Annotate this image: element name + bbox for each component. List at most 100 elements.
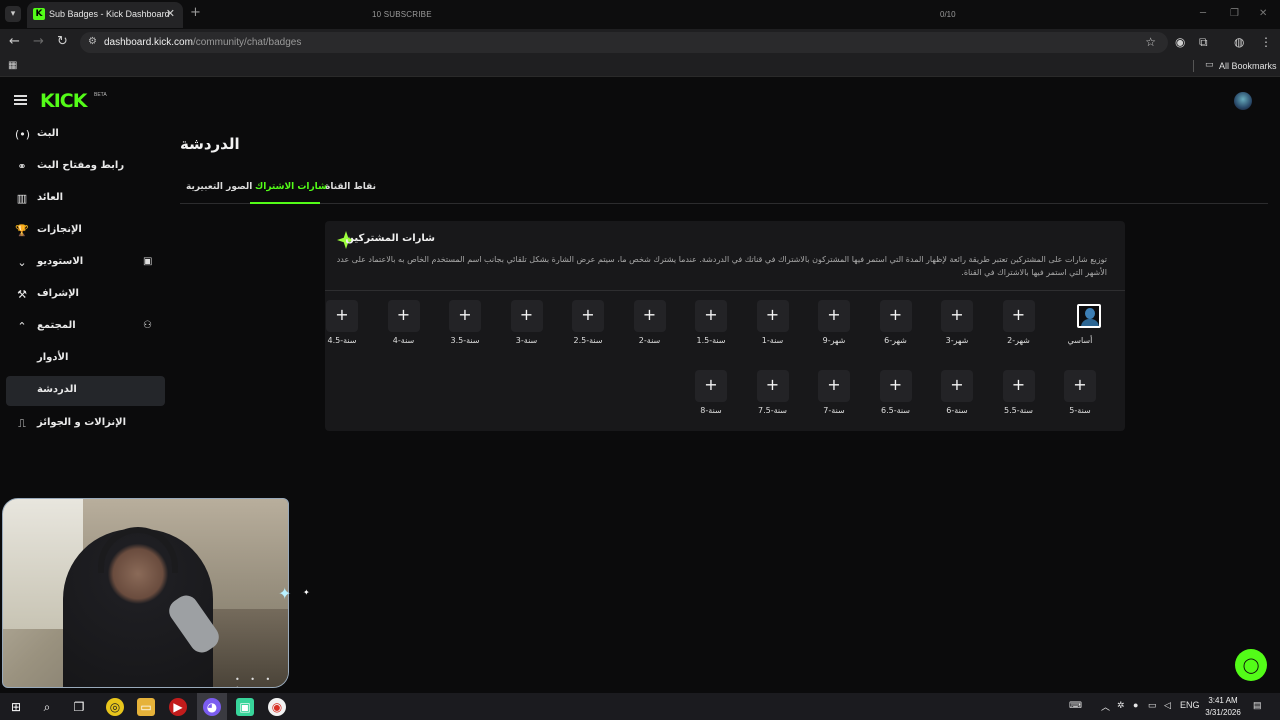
add-badge-button[interactable]: +: [941, 300, 973, 332]
mic-tray-icon[interactable]: ●: [1133, 700, 1138, 710]
add-badge-button[interactable]: +: [510, 300, 543, 332]
new-tab-icon[interactable]: +: [190, 5, 201, 20]
chevron-down-icon: ⌄: [17, 256, 27, 269]
settings-tray-icon[interactable]: ✲: [1117, 700, 1125, 711]
site-info-icon[interactable]: ⚙: [88, 36, 97, 47]
add-badge-button[interactable]: +: [879, 370, 912, 402]
sidebar-item-stream-key[interactable]: ⚭ رابط ومفتاح البث: [6, 152, 165, 182]
notifications-icon[interactable]: ▤: [1253, 700, 1262, 711]
add-badge-button[interactable]: +: [1002, 370, 1035, 402]
browser-menu-icon[interactable]: ⋮: [1260, 35, 1272, 49]
address-bar[interactable]: ⚙ dashboard.kick.com/community/chat/badg…: [80, 32, 1168, 53]
add-badge-button[interactable]: +: [387, 300, 420, 332]
minimize-icon[interactable]: ─: [1200, 8, 1206, 19]
language-indicator[interactable]: ENG: [1180, 700, 1200, 710]
all-bookmarks-link[interactable]: All Bookmarks: [1219, 61, 1277, 71]
badge-image-slot[interactable]: [1064, 300, 1101, 332]
restore-icon[interactable]: ❐: [1230, 8, 1239, 19]
badge-slot[interactable]: + سنة-6: [932, 370, 982, 422]
sidebar-item-roles[interactable]: الأدوار: [6, 344, 165, 374]
badge-slot[interactable]: + شهر-9: [809, 300, 859, 352]
add-badge-button[interactable]: +: [941, 370, 973, 402]
add-badge-button[interactable]: +: [879, 300, 912, 332]
add-badge-button[interactable]: +: [695, 370, 727, 402]
volume-icon[interactable]: ◁: [1164, 700, 1171, 711]
keyboard-icon[interactable]: ⌨: [1069, 700, 1082, 711]
badge-slot[interactable]: + سنة-4.5: [317, 300, 367, 352]
url-host: dashboard.kick.com: [104, 37, 193, 48]
badge-slot[interactable]: + سنة-8: [686, 370, 736, 422]
tab-subscription-badges[interactable]: شارات الاشتراك: [255, 182, 327, 192]
add-badge-button[interactable]: +: [633, 300, 666, 332]
forward-icon[interactable]: →: [33, 34, 44, 49]
extensions-puzzle-icon[interactable]: ⧉: [1199, 35, 1208, 50]
badge-slot[interactable]: + سنة-5.5: [994, 370, 1044, 422]
profile-avatar-icon[interactable]: ◍: [1234, 35, 1244, 49]
add-badge-button[interactable]: +: [1064, 370, 1096, 402]
add-badge-button[interactable]: +: [818, 300, 850, 332]
task-view-icon[interactable]: ❐: [70, 698, 88, 716]
browser-tab[interactable]: K Sub Badges - Kick Dashboard ✕: [27, 2, 183, 28]
reload-icon[interactable]: ↻: [57, 34, 68, 49]
live-icon: (•): [15, 128, 31, 141]
tray-chevron-icon[interactable]: ︿: [1101, 700, 1110, 713]
sidebar-item-revenue[interactable]: ▥ العائد: [6, 184, 165, 214]
back-icon[interactable]: ←: [9, 34, 20, 49]
discord-icon[interactable]: ◕: [203, 698, 221, 716]
sidebar-item-studio[interactable]: ⌄ الاستوديو ▣: [6, 248, 165, 278]
kick-logo[interactable]: KICK: [40, 90, 87, 112]
network-icon[interactable]: ▭: [1148, 700, 1157, 711]
add-badge-button[interactable]: +: [572, 300, 604, 332]
search-icon[interactable]: ⌕: [38, 698, 56, 716]
file-explorer-icon[interactable]: ▭: [137, 698, 155, 716]
apps-grid-icon[interactable]: ▦: [8, 60, 17, 71]
streaming-app-icon[interactable]: ▣: [236, 698, 254, 716]
badge-slot[interactable]: + سنة-7.5: [748, 370, 798, 422]
badge-slot[interactable]: + سنة-4: [379, 300, 429, 352]
youtube-icon[interactable]: ▶: [169, 698, 187, 716]
badge-slot[interactable]: + سنة-6.5: [871, 370, 921, 422]
app-yellow-icon[interactable]: ◎: [106, 698, 124, 716]
badge-slot[interactable]: + سنة-1: [748, 300, 798, 352]
extension-icon[interactable]: ◉: [1175, 35, 1185, 49]
badge-slot[interactable]: + سنة-2.5: [563, 300, 613, 352]
add-badge-button[interactable]: +: [756, 300, 789, 332]
system-clock[interactable]: 3:41 AM 3/31/2026: [1202, 695, 1244, 719]
sidebar-item-achievements[interactable]: 🏆 الإنجازات: [6, 216, 165, 246]
sidebar-item-drops[interactable]: ⎍ الإنزالات و الجوائز: [6, 409, 165, 439]
close-window-icon[interactable]: ✕: [1259, 8, 1267, 19]
add-badge-button[interactable]: +: [1002, 300, 1035, 332]
badge-slot[interactable]: + شهر-6: [871, 300, 921, 352]
badge-slot[interactable]: + سنة-1.5: [686, 300, 736, 352]
badge-slot[interactable]: أساسي: [1055, 300, 1105, 352]
chrome-icon[interactable]: ◉: [268, 698, 286, 716]
add-badge-button[interactable]: +: [756, 370, 789, 402]
sidebar-item-chat[interactable]: الدردشة: [6, 376, 165, 406]
badge-slot[interactable]: + سنة-7: [809, 370, 859, 422]
sidebar-item-stream[interactable]: (•) البث: [6, 120, 165, 150]
add-badge-button[interactable]: +: [449, 300, 481, 332]
badge-slot[interactable]: + سنة-3: [502, 300, 552, 352]
tab-emotes[interactable]: الصور التعبيرية: [186, 182, 252, 192]
url-text: dashboard.kick.com/community/chat/badges: [104, 37, 301, 48]
badge-slot[interactable]: + سنة-3.5: [440, 300, 490, 352]
tab-close-icon[interactable]: ✕: [166, 7, 175, 20]
sidebar-item-moderation[interactable]: ⚒ الإشراف: [6, 280, 165, 310]
support-chat-button[interactable]: ◯: [1235, 649, 1267, 681]
add-badge-button[interactable]: +: [695, 300, 727, 332]
hamburger-menu-icon[interactable]: [14, 95, 27, 105]
bookmark-star-icon[interactable]: ☆: [1145, 35, 1156, 49]
tab-search-button[interactable]: ▾: [5, 6, 21, 22]
sidebar-item-community[interactable]: ⌃ المجتمع ⚇: [6, 312, 165, 342]
add-badge-button[interactable]: +: [326, 300, 358, 332]
badge-slot[interactable]: + شهر-2: [994, 300, 1044, 352]
windows-start-icon[interactable]: ⊞: [7, 698, 25, 716]
badge-slot[interactable]: + سنة-5: [1055, 370, 1105, 422]
badge-slot[interactable]: + سنة-2: [625, 300, 675, 352]
add-badge-button[interactable]: +: [818, 370, 850, 402]
sparkle-deco-icon: ✦: [278, 584, 292, 603]
tab-channel-points[interactable]: نقاط القناة: [325, 182, 376, 192]
browser-tab-strip: ▾ K Sub Badges - Kick Dashboard ✕ + 10 S…: [0, 0, 1280, 32]
badge-slot[interactable]: + شهر-3: [932, 300, 982, 352]
user-avatar[interactable]: [1234, 92, 1252, 110]
